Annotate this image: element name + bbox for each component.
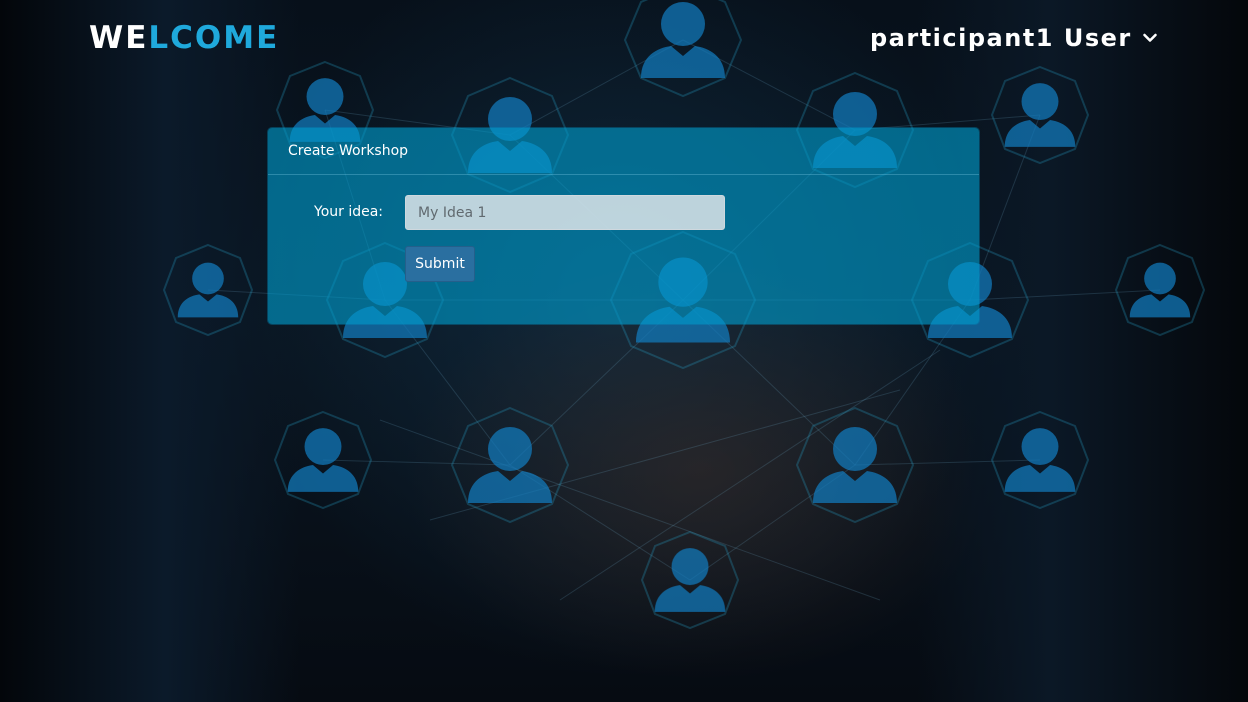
chevron-down-icon[interactable] xyxy=(1142,30,1158,46)
panel-title: Create Workshop xyxy=(268,128,979,175)
user-menu[interactable]: participant1 User xyxy=(870,22,1158,54)
submit-button[interactable]: Submit xyxy=(405,246,475,282)
user-name: participant1 User xyxy=(870,24,1132,52)
brand-logo-part2: LCOME xyxy=(148,20,280,56)
idea-input[interactable] xyxy=(405,195,725,230)
create-workshop-panel: Create Workshop Your idea: Submit xyxy=(268,128,979,324)
brand-logo[interactable]: WELCOME xyxy=(89,18,279,58)
page: WELCOME participant1 User Create Worksho… xyxy=(0,0,1248,702)
brand-logo-part1: WE xyxy=(89,20,149,56)
network-background-image xyxy=(162,0,1206,630)
idea-label: Your idea: xyxy=(314,204,384,220)
